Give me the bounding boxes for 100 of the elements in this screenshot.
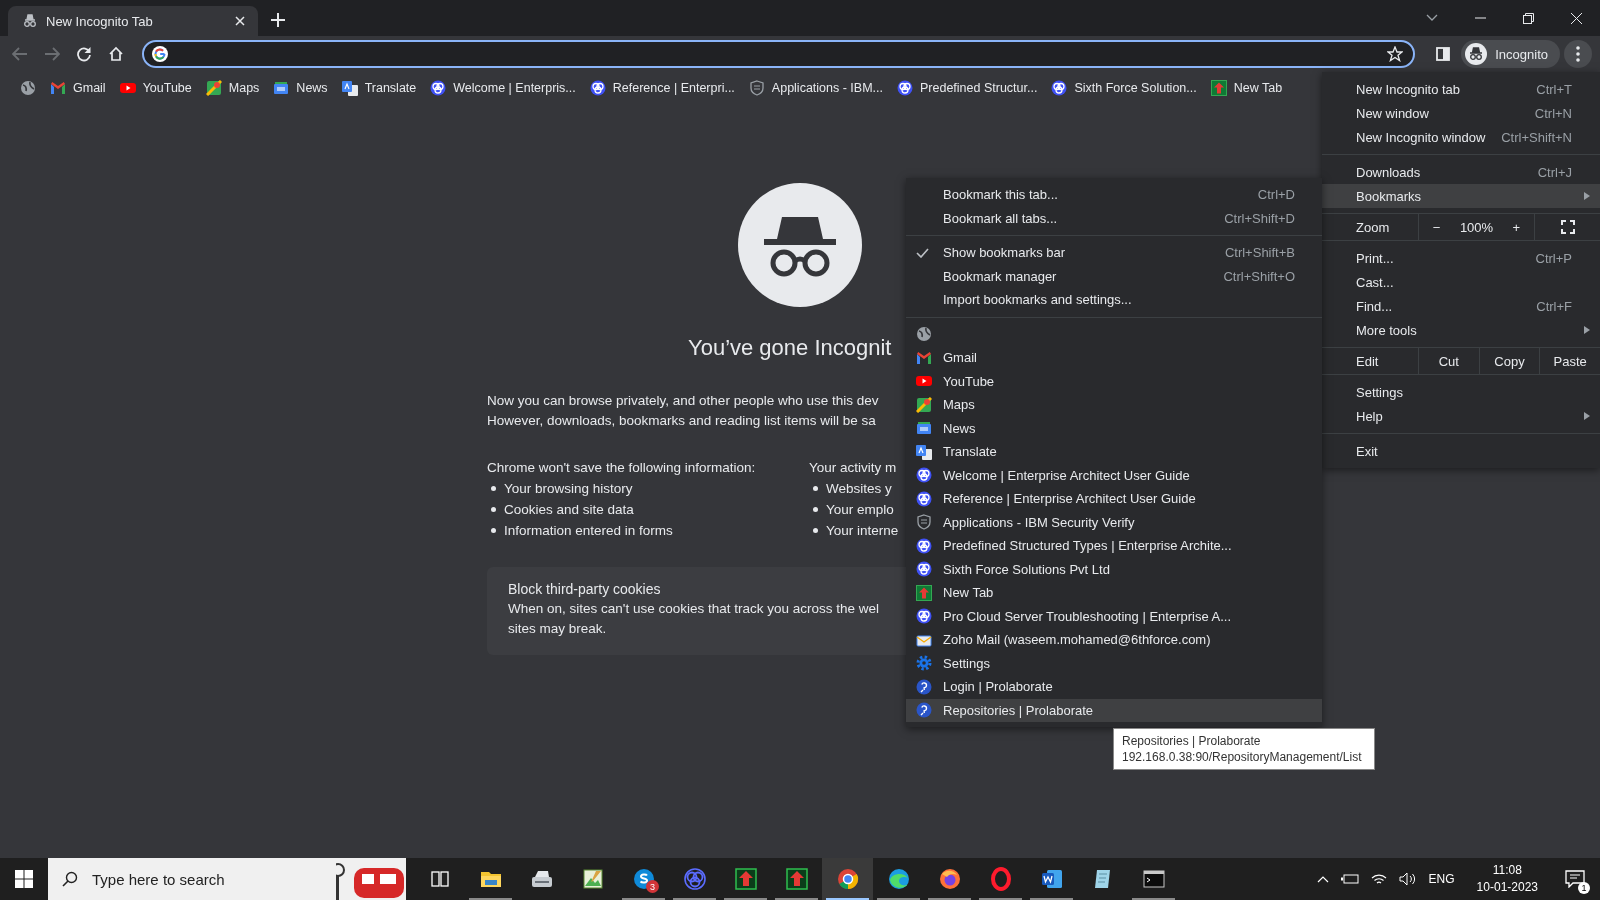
bookmark-menu-item[interactable]: Repositories | Prolaborate — [906, 698, 1322, 722]
menu-item[interactable]: Downloads Ctrl+J — [1322, 160, 1600, 184]
wave-circle-icon — [886, 867, 911, 891]
reload-icon — [76, 46, 92, 62]
menu-item[interactable]: Bookmarks — [1322, 184, 1600, 208]
notification-badge: 3 — [646, 880, 659, 893]
bookmark-menu-item[interactable]: Reference | Enterprise Architect User Guide — [906, 487, 1322, 511]
bookmark-menu-item[interactable]: Applications - IBM Security Verify — [906, 510, 1322, 534]
newspaper-icon — [273, 80, 290, 96]
edit-action-button[interactable]: Cut — [1419, 348, 1479, 374]
menu-item[interactable]: New Incognito tab Ctrl+T — [1322, 77, 1600, 101]
language-indicator[interactable]: ENG — [1428, 872, 1455, 886]
bookmark-button[interactable]: Translate — [335, 76, 423, 100]
bookmark-menu-item[interactable]: Zoho Mail (waseem.mohamed@6thforce.com) — [906, 628, 1322, 652]
knot-icon — [589, 80, 606, 96]
zoom-out-button[interactable]: − — [1424, 215, 1449, 239]
browser-tab[interactable]: New Incognito Tab — [8, 6, 258, 36]
menu-item[interactable]: Help — [1322, 404, 1600, 428]
notification-button[interactable]: 1 — [1560, 864, 1590, 894]
column-heading: Chrome won't save the following information: — [487, 459, 757, 477]
running-indicator — [775, 898, 818, 900]
menu-item[interactable]: Settings — [1322, 380, 1600, 404]
list-item: Your browsing history — [504, 480, 633, 498]
knot-icon — [916, 537, 932, 554]
running-indicator — [826, 898, 869, 900]
flame-circle-icon — [937, 867, 962, 891]
running-indicator — [724, 898, 767, 900]
bookmark-button[interactable]: Welcome | Enterpris... — [424, 76, 582, 100]
bookmark-menu-item[interactable]: Login | Prolaborate — [906, 675, 1322, 699]
bookmark-menu-item[interactable]: YouTube — [906, 369, 1322, 393]
bookmark-button[interactable]: Sixth Force Solution... — [1045, 76, 1203, 100]
bullet-icon — [491, 507, 496, 512]
battery-icon[interactable] — [1340, 873, 1359, 885]
menu-item[interactable]: Cast... — [1322, 270, 1600, 294]
menu-item[interactable]: Print... Ctrl+P — [1322, 246, 1600, 270]
menu-button[interactable] — [1564, 40, 1592, 68]
bullet-icon — [491, 486, 496, 491]
bookmark-button[interactable]: New Tab — [1204, 76, 1289, 100]
cookies-title: Block third-party cookies — [508, 580, 662, 599]
menu-item[interactable]: New Incognito window Ctrl+Shift+N — [1322, 125, 1600, 149]
restore-icon — [1522, 12, 1534, 24]
menu-item[interactable]: Bookmark this tab... Ctrl+D — [906, 183, 1322, 207]
knot-icon — [916, 467, 932, 484]
bookmark-menu-item[interactable]: Welcome | Enterprise Architect User Guide — [906, 463, 1322, 487]
bookmark-menu-item[interactable]: New Tab — [906, 581, 1322, 605]
menu-item[interactable]: Bookmark manager Ctrl+Shift+O — [906, 264, 1322, 288]
bookmark-button[interactable]: YouTube — [113, 76, 198, 100]
bookmark-button[interactable]: Gmail — [44, 76, 112, 100]
taskbar-search-box[interactable]: Type here to search — [48, 858, 406, 900]
browser-circle-icon — [835, 867, 860, 891]
address-field[interactable] — [142, 40, 1416, 68]
zoom-in-button[interactable]: + — [1504, 215, 1529, 239]
menu-item[interactable]: Exit — [1322, 439, 1600, 463]
profile-button[interactable]: Incognito — [1461, 40, 1560, 68]
bullet-icon — [491, 528, 496, 533]
list-item: Your interne — [826, 522, 899, 540]
bookmark-button[interactable]: Reference | Enterpri... — [583, 76, 741, 100]
knot-icon — [916, 490, 932, 507]
clock-button[interactable]: 11:08 10-01-2023 — [1476, 862, 1538, 896]
bookmark-button[interactable]: Maps — [199, 76, 266, 100]
menu-item[interactable]: Import bookmarks and settings... — [906, 288, 1322, 312]
ring-icon — [988, 867, 1013, 891]
bookmark-button[interactable]: News — [267, 76, 334, 100]
bookmark-menu-item[interactable]: Predefined Structured Types | Enterprise Archite... — [906, 534, 1322, 558]
list-item: Websites y — [826, 480, 892, 498]
column-heading: Your activity m — [809, 459, 898, 477]
search-icon — [62, 871, 78, 887]
bookmark-menu-item[interactable]: Gmail — [906, 346, 1322, 370]
chevron-up-icon[interactable] — [1316, 875, 1329, 883]
bookmark-button[interactable]: Predefined Structur... — [891, 76, 1044, 100]
document-icon — [1039, 867, 1064, 891]
running-indicator — [928, 898, 971, 900]
bookmark-menu-item[interactable]: Pro Cloud Server Troubleshooting | Enterprise A... — [906, 604, 1322, 628]
tooltip-url: 192.168.0.38:90/RepositoryManagement/List — [1122, 749, 1363, 765]
menu-item[interactable]: Show bookmarks bar Ctrl+Shift+B — [906, 241, 1322, 265]
star-icon[interactable] — [1387, 46, 1404, 62]
bookmark-menu-item[interactable]: Sixth Force Solutions Pvt Ltd — [906, 557, 1322, 581]
bullet-icon — [813, 507, 818, 512]
speaker-icon[interactable] — [1398, 872, 1417, 886]
bookmark-menu-item[interactable]: Translate — [906, 440, 1322, 464]
bookmark-button[interactable]: Applications - IBM... — [742, 76, 889, 100]
running-indicator — [469, 898, 512, 900]
menu-item[interactable]: More tools — [1322, 318, 1600, 342]
menu-item[interactable]: Find... Ctrl+F — [1322, 294, 1600, 318]
menu-item[interactable]: Bookmark all tabs... Ctrl+Shift+D — [906, 206, 1322, 230]
taskbar-button[interactable] — [822, 858, 873, 900]
zoom-level: 100% — [1459, 219, 1494, 235]
menu-item[interactable]: New window Ctrl+N — [1322, 101, 1600, 125]
bookmark-menu-item[interactable]: Settings — [906, 651, 1322, 675]
knot-icon — [916, 561, 932, 578]
up-arrow-icon — [916, 584, 932, 601]
taskbar-button[interactable]: 3 — [618, 858, 669, 900]
gear-icon — [916, 655, 932, 672]
wifi-icon[interactable] — [1370, 872, 1387, 886]
close-icon — [1570, 12, 1582, 24]
running-indicator — [877, 898, 920, 900]
taskbar-search-field[interactable]: Type here to search — [90, 869, 324, 889]
bookmark-menu-item[interactable]: Maps — [906, 393, 1322, 417]
tooltip-title: Repositories | Prolaborate — [1122, 733, 1262, 749]
bookmark-menu-item[interactable]: News — [906, 416, 1322, 440]
